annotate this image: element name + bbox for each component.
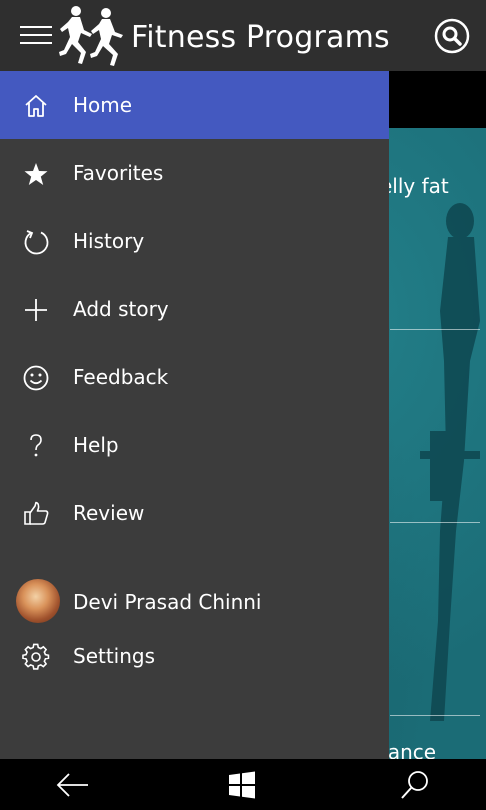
nav-item-home[interactable]: Home [0,71,389,139]
nav-item-history[interactable]: History [0,207,389,275]
nav-item-settings[interactable]: Settings [0,623,389,691]
search-circle-icon[interactable] [434,18,470,54]
search-icon[interactable] [397,767,433,803]
thumbs-up-icon [22,500,50,528]
windows-logo-icon[interactable] [224,767,260,803]
app-header: Fitness Programs [0,0,486,71]
gear-icon [22,643,50,671]
nav-item-label: Favorites [73,161,164,185]
home-icon [22,92,50,120]
nav-item-help[interactable]: Help [0,411,389,479]
list-divider [390,329,480,330]
refresh-icon [22,228,50,256]
plus-icon [22,296,50,324]
nav-item-label: Settings [73,644,156,668]
list-divider [390,715,480,716]
back-arrow-icon[interactable] [55,767,91,803]
star-icon [22,160,50,188]
runner-silhouette-image [420,203,480,721]
nav-item-label: Home [73,93,133,117]
app-title: Fitness Programs [131,20,390,55]
nav-item-label: Add story [73,297,169,321]
user-name[interactable]: Devi Prasad Chinni [73,588,261,616]
nav-item-favorites[interactable]: Favorites [0,139,389,207]
nav-item-add-story[interactable]: Add story [0,275,389,343]
nav-item-label: Help [73,433,119,457]
hamburger-icon[interactable] [20,26,52,46]
nav-item-label: History [73,229,145,253]
nav-item-feedback[interactable]: Feedback [0,343,389,411]
nav-item-label: Review [73,501,145,525]
smiley-icon [22,364,50,392]
nav-item-review[interactable]: Review [0,479,389,547]
avatar[interactable] [16,579,60,623]
question-icon [22,432,50,460]
runners-logo-icon [59,6,123,66]
navigation-drawer: Home Favorites History Add story Feedbac… [0,71,389,759]
list-divider [390,522,480,523]
nav-item-label: Feedback [73,365,169,389]
system-nav-bar [0,759,486,810]
article-title-partial[interactable]: elly fat [380,174,449,198]
